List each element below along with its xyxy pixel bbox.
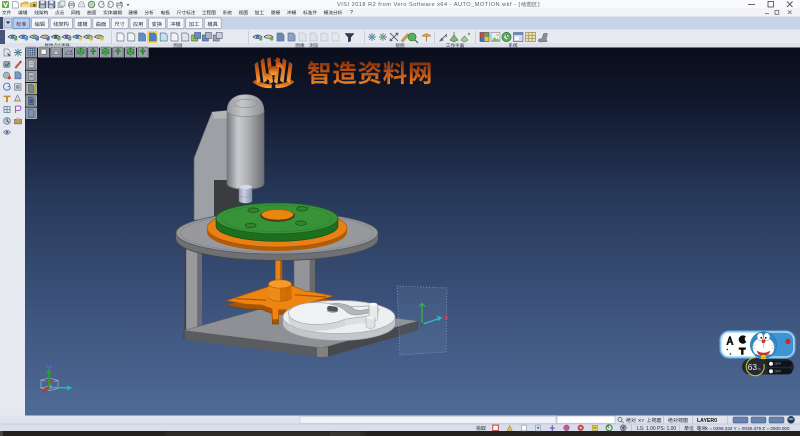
svg-text:%: % [757,368,761,372]
svg-text:LS: 1.00 PS: 1.00: LS: 1.00 PS: 1.00 [637,426,676,432]
svg-text:XY: XY [638,418,645,424]
svg-text:LAYER0: LAYER0 [697,418,717,424]
svg-text:X = 0298.332 Y = 0038.479 Z =: X = 0298.332 Y = 0038.479 Z = 0000.000 [705,426,790,431]
svg-text:OFF: OFF [775,362,782,366]
svg-text:OFF: OFF [775,370,782,374]
svg-text:63: 63 [748,362,758,372]
svg-text:?: ? [350,10,353,16]
svg-text:VISI 2018 R2 from Vero Softwar: VISI 2018 R2 from Vero Software x64 - AU… [337,2,520,8]
